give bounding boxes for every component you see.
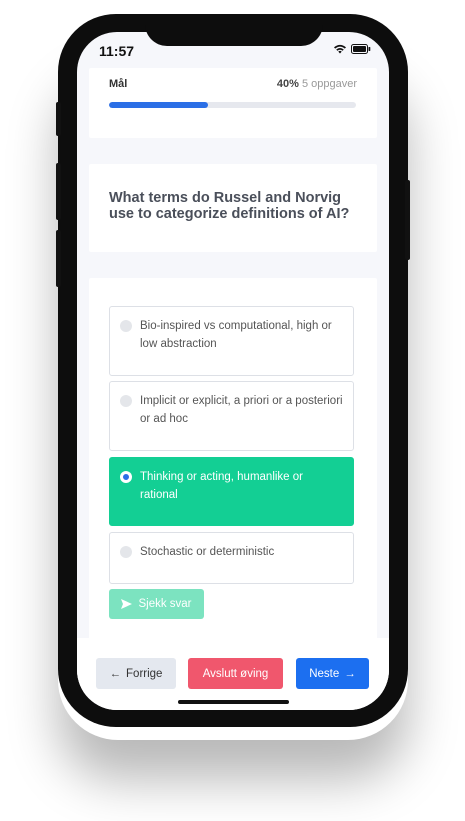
answer-option-label: Thinking or acting, humanlike or rationa… [140, 471, 303, 501]
wifi-icon [334, 44, 346, 54]
radio-button[interactable] [120, 395, 132, 407]
answer-option-label: Stochastic or deterministic [140, 546, 275, 558]
check-answer-label: Sjekk svar [138, 598, 192, 610]
answer-option-4[interactable]: Stochastic or deterministic [109, 532, 354, 584]
radio-button[interactable] [120, 320, 132, 332]
app-screen: 11:57 Mål 40% 5 oppgaver What terms do R… [77, 32, 389, 710]
previous-button[interactable]: ← Forrige [96, 658, 176, 689]
radio-button[interactable] [120, 546, 132, 558]
goal-progress-text: 40% 5 oppgaver [277, 78, 357, 90]
goal-percent: 40% [276, 78, 299, 90]
volume-up-button [56, 163, 61, 220]
power-button [405, 180, 410, 260]
arrow-left-icon: ← [109, 667, 122, 680]
quit-label: Avslutt øving [202, 667, 269, 680]
arrow-right-icon: → [344, 667, 356, 680]
answer-option-label: Implicit or explicit, a priori or a post… [140, 395, 343, 425]
quit-practice-button[interactable]: Avslutt øving [188, 658, 283, 689]
send-icon [121, 599, 133, 609]
answer-option-3[interactable]: Thinking or acting, humanlike or rationa… [109, 457, 354, 526]
question-text: What terms do Russel and Norvig use to c… [109, 190, 350, 222]
goal-label: Mål [109, 78, 128, 90]
goal-progress-bar [109, 102, 356, 108]
answer-option-label: Bio-inspired vs computational, high or l… [140, 320, 332, 350]
goal-task-count: 5 oppgaver [301, 78, 357, 90]
next-button[interactable]: Neste → [296, 658, 369, 689]
battery-icon [351, 44, 371, 54]
home-indicator [178, 700, 289, 704]
status-time: 11:57 [99, 43, 135, 59]
phone-notch [145, 14, 323, 46]
mute-switch [56, 102, 61, 136]
answer-option-1[interactable]: Bio-inspired vs computational, high or l… [109, 306, 354, 376]
answer-option-2[interactable]: Implicit or explicit, a priori or a post… [109, 381, 354, 451]
previous-label: Forrige [126, 667, 163, 680]
radio-button[interactable] [120, 471, 132, 483]
goal-progress-fill [109, 102, 208, 108]
check-answer-button[interactable]: Sjekk svar [109, 589, 204, 619]
volume-down-button [56, 230, 61, 287]
status-icons [333, 44, 371, 54]
next-label: Neste [309, 667, 340, 680]
